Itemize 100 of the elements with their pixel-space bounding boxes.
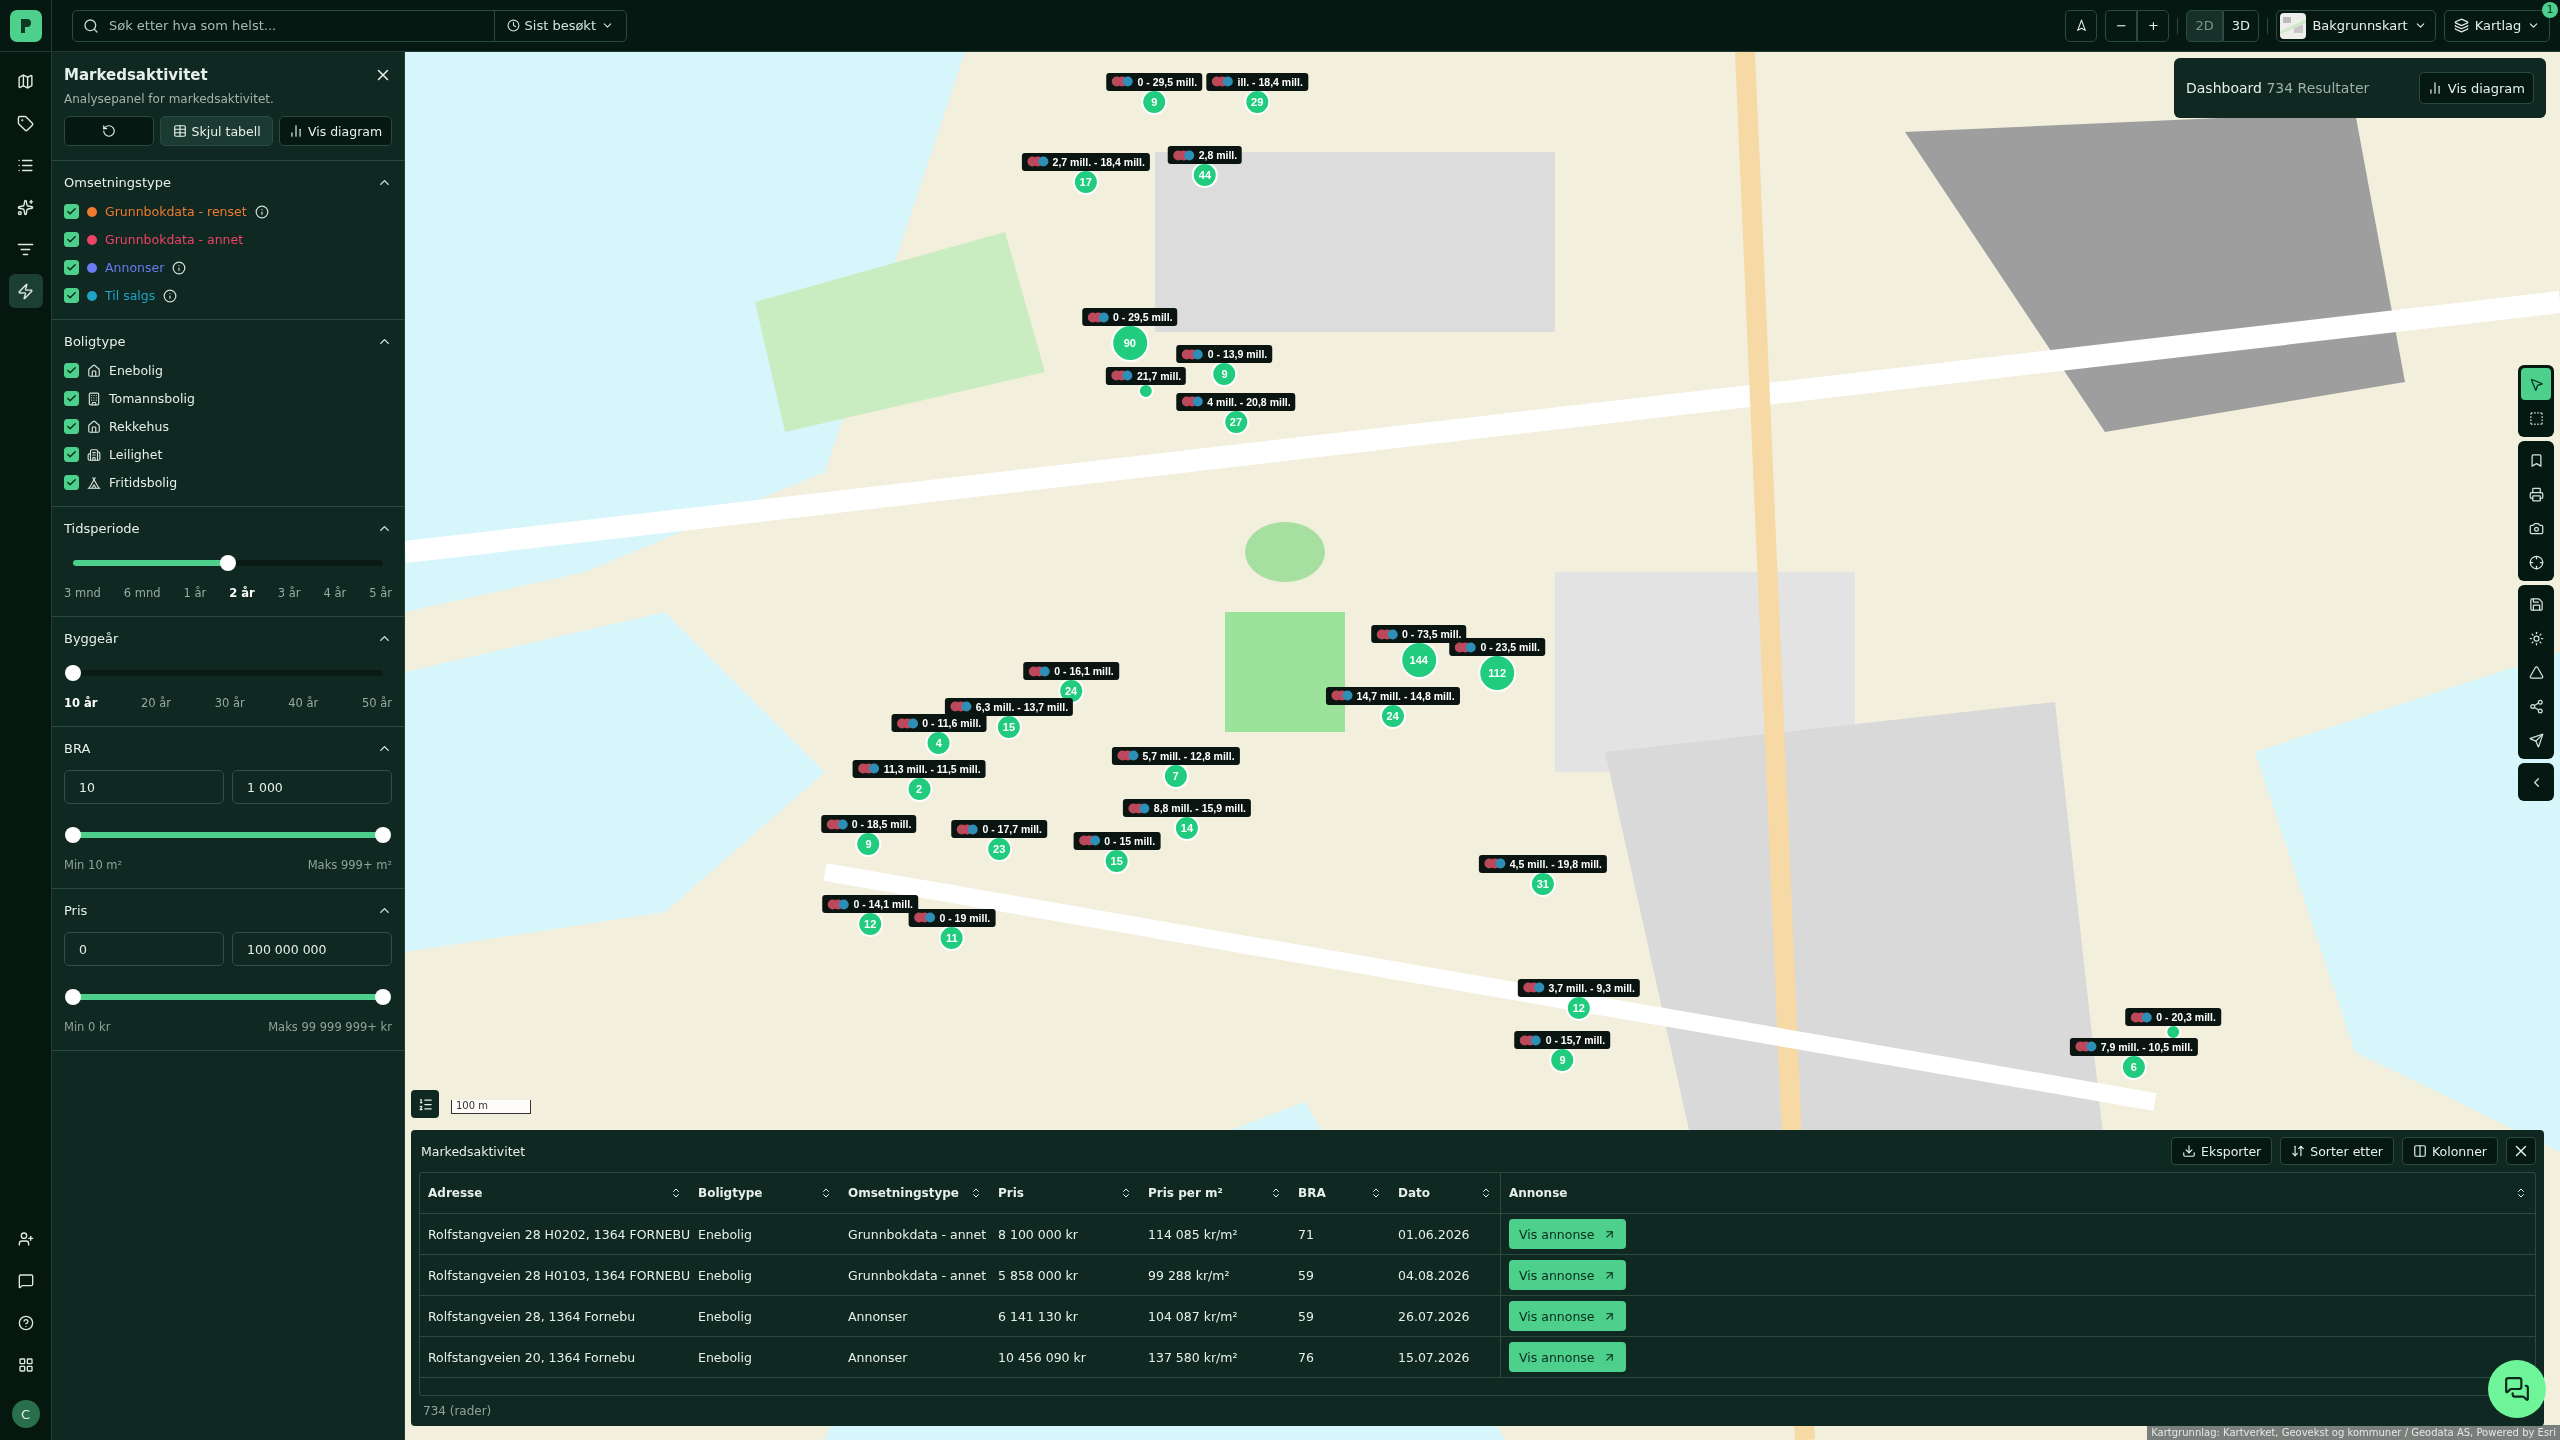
color-dots-icon: [1330, 690, 1353, 701]
color-dots-icon: [956, 823, 979, 835]
compass-button[interactable]: [2065, 9, 2098, 42]
slider-tick-label[interactable]: 2 år: [229, 586, 255, 600]
hide-table-button[interactable]: Skjul tabell: [160, 116, 274, 146]
price-label[interactable]: 0 - 29,5 mill.: [1082, 308, 1178, 327]
checkmark-icon: [66, 421, 77, 432]
slider-tick-label[interactable]: 4 år: [323, 586, 347, 600]
help-icon: [17, 1315, 34, 1331]
checkbox[interactable]: [64, 391, 79, 406]
view-mode-toggle[interactable]: 3D: [2222, 9, 2259, 42]
price-label[interactable]: 0 - 73,5 mill.: [1371, 625, 1467, 643]
info-icon[interactable]: [254, 204, 269, 219]
basemap-dropdown[interactable]: Bakgrunnskart: [2276, 9, 2436, 42]
price-label[interactable]: 2,8 mill.: [1167, 146, 1243, 165]
price-label[interactable]: 7,9 mill. - 10,5 mill.: [2069, 1037, 2198, 1056]
user-avatar[interactable]: C: [11, 1400, 40, 1428]
section-title: BRA: [64, 741, 91, 756]
checkbox[interactable]: [64, 363, 79, 378]
table-icon: [172, 124, 187, 138]
view-listing-link[interactable]: Vis annonse: [1509, 1260, 1626, 1290]
price-label[interactable]: 0 - 18,5 mill.: [820, 815, 917, 834]
column-header[interactable]: Boligtype: [690, 1173, 840, 1213]
price-label[interactable]: 0 - 17,7 mill.: [951, 820, 1047, 839]
zoom-out-button[interactable]: −: [2105, 9, 2138, 42]
slider-tick-label[interactable]: 30 år: [214, 696, 245, 710]
price-label[interactable]: 0 - 16,1 mill.: [1023, 662, 1119, 680]
slider-tick-label[interactable]: 20 år: [141, 696, 172, 710]
range-slider[interactable]: [64, 988, 392, 1006]
price-label[interactable]: 0 - 20,3 mill.: [2125, 1008, 2221, 1027]
show-chart-button[interactable]: Vis diagram: [2418, 72, 2534, 104]
slider-thumb[interactable]: [375, 827, 391, 843]
bookmark-icon: [2528, 452, 2544, 468]
view-listing-link[interactable]: Vis annonse: [1509, 1219, 1626, 1249]
slider-tick-label[interactable]: 40 år: [288, 696, 319, 710]
zoom-in-button[interactable]: +: [2137, 9, 2170, 42]
min-input-field[interactable]: 0: [64, 932, 224, 966]
checkbox[interactable]: [64, 204, 79, 219]
section-title: Byggeår: [64, 631, 119, 646]
price-label[interactable]: 0 - 15,7 mill.: [1514, 1031, 1611, 1049]
notification-badge: 1: [2542, 1, 2558, 18]
checkbox[interactable]: [64, 475, 79, 490]
price-label[interactable]: 8,8 mill. - 15,9 mill.: [1122, 799, 1252, 818]
view-listing-link[interactable]: Vis annonse: [1509, 1301, 1626, 1331]
slider-thumb[interactable]: [375, 989, 391, 1005]
price-label[interactable]: 0 - 13,9 mill.: [1176, 345, 1273, 364]
color-dots-icon: [1211, 76, 1234, 88]
range-slider[interactable]: [64, 826, 392, 844]
info-icon[interactable]: [163, 288, 178, 303]
min-input-field[interactable]: 10: [64, 770, 224, 804]
recent-dropdown[interactable]: Sist besøkt: [493, 10, 626, 41]
checkbox-label: Fritidsbolig: [109, 475, 178, 490]
price-label[interactable]: 0 - 14,1 mill.: [822, 895, 918, 914]
slider-thumb[interactable]: [65, 989, 81, 1005]
slider-tick-label[interactable]: 50 år: [361, 696, 392, 710]
slider-tick-label[interactable]: 3 år: [277, 586, 301, 600]
column-header[interactable]: Dato: [1390, 1173, 1500, 1213]
checkbox[interactable]: [64, 447, 79, 462]
column-header[interactable]: Pris per m²: [1140, 1173, 1290, 1213]
checkbox[interactable]: [64, 288, 79, 303]
view-mode-toggle[interactable]: 2D: [2186, 9, 2223, 42]
map-tool-button[interactable]: [2521, 368, 2551, 400]
legend-button[interactable]: [411, 1090, 439, 1118]
columns-button[interactable]: Kolonner: [2401, 1137, 2498, 1165]
slider-tick-label[interactable]: 10 år: [64, 696, 98, 710]
slider-thumb[interactable]: [220, 555, 236, 571]
search-field[interactable]: Søk etter hva som helst... Sist besøkt: [72, 9, 627, 42]
row-count: 734 (rader): [422, 1403, 493, 1420]
slider-thumb[interactable]: [65, 665, 81, 681]
price-label[interactable]: 0 - 11,6 mill.: [891, 714, 987, 733]
nav-button[interactable]: [8, 274, 43, 308]
sort-button[interactable]: Sorter etter: [2280, 1137, 2394, 1165]
max-input-field[interactable]: 1 000: [232, 770, 392, 804]
close-button[interactable]: [2506, 1137, 2536, 1165]
column-header[interactable]: BRA: [1290, 1173, 1390, 1213]
price-label[interactable]: 0 - 23,5 mill.: [1449, 638, 1545, 657]
column-header[interactable]: Annonse: [1500, 1173, 2535, 1213]
column-header[interactable]: Adresse: [420, 1173, 690, 1213]
show-chart-button[interactable]: Vis diagram: [279, 116, 392, 146]
max-input-field[interactable]: 100 000 000: [232, 932, 392, 966]
checkbox[interactable]: [64, 419, 79, 434]
sort-icon: [970, 1187, 982, 1199]
column-header[interactable]: Pris: [990, 1173, 1140, 1213]
checkbox[interactable]: [64, 232, 79, 247]
info-icon[interactable]: [172, 260, 187, 275]
slider-tick-label[interactable]: 3 mnd: [64, 586, 101, 600]
slider-tick-label[interactable]: 1 år: [183, 586, 207, 600]
export-button[interactable]: Eksporter: [2171, 1137, 2273, 1165]
checkbox[interactable]: [64, 260, 79, 275]
section-title: Pris: [64, 903, 88, 918]
column-header[interactable]: Omsetningstype: [840, 1173, 990, 1213]
slider-thumb[interactable]: [65, 827, 81, 843]
view-listing-link[interactable]: Vis annonse: [1509, 1342, 1626, 1372]
sort-icon: [820, 1187, 832, 1199]
reset-button[interactable]: [64, 116, 155, 146]
app-logo[interactable]: [9, 9, 42, 42]
slider-tick-label[interactable]: 6 mnd: [123, 586, 161, 600]
slider-tick-label[interactable]: 5 år: [369, 586, 392, 600]
color-dots-icon: [1376, 628, 1398, 640]
sun-icon: [2528, 630, 2544, 646]
